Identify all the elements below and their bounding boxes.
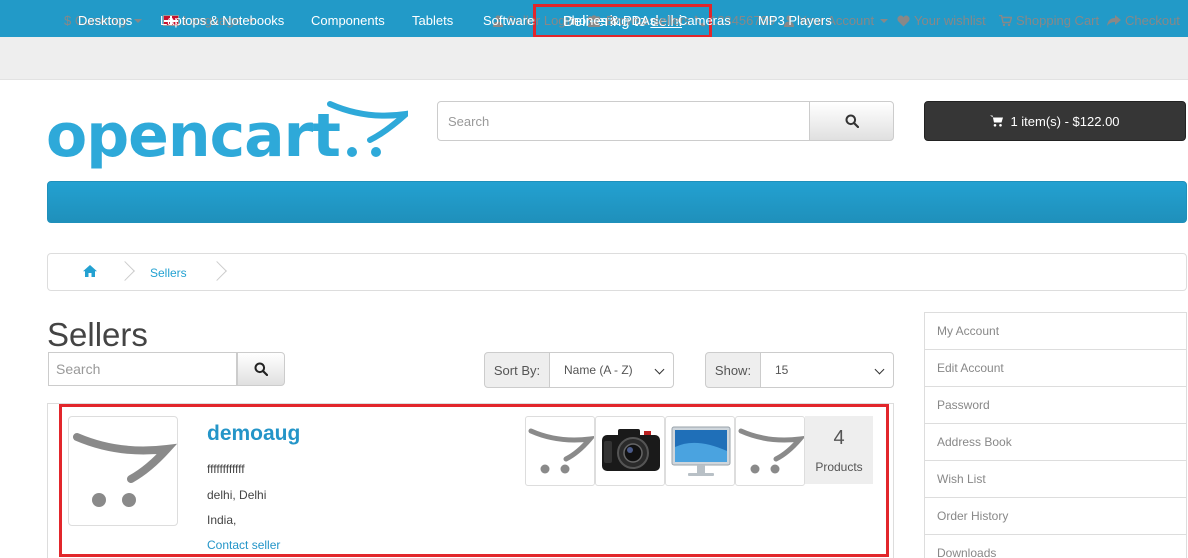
chevron-down-icon xyxy=(874,364,885,375)
checkout-label: Checkout xyxy=(1125,13,1180,28)
chevron-down-icon xyxy=(654,364,665,375)
breadcrumb-sellers-link[interactable]: Sellers xyxy=(150,266,187,280)
home-icon xyxy=(83,265,97,277)
sidebar-item-downloads[interactable]: Downloads xyxy=(924,534,1187,558)
menu-item-desktops[interactable]: Desktops xyxy=(78,13,132,28)
menu-item-mp3[interactable]: MP3 Players xyxy=(758,13,832,28)
shopping-cart-link[interactable]: Shopping Cart xyxy=(999,13,1099,28)
search-icon xyxy=(845,114,859,128)
search-icon xyxy=(254,362,268,376)
top-bar xyxy=(0,37,1188,80)
share-icon xyxy=(1107,14,1121,26)
chevron-down-icon xyxy=(133,18,142,23)
logo-text: opencart xyxy=(46,101,341,171)
cart-icon xyxy=(999,14,1012,26)
sidebar-item-my-account[interactable]: My Account xyxy=(924,312,1187,350)
cart-button[interactable]: 1 item(s) - $122.00 xyxy=(924,101,1186,141)
menu-item-software[interactable]: Software xyxy=(483,13,534,28)
heart-icon xyxy=(897,15,910,26)
main-menu xyxy=(47,181,1187,223)
sidebar-item-edit-account[interactable]: Edit Account xyxy=(924,349,1187,387)
page-title: Sellers xyxy=(47,316,148,353)
breadcrumb: Sellers xyxy=(47,253,1187,291)
wishlist-label: Your wishlist xyxy=(914,13,986,28)
menu-item-laptops[interactable]: Laptops & Notebooks xyxy=(160,13,284,28)
cart-logo-icon xyxy=(327,101,408,157)
menu-item-components[interactable]: Components xyxy=(311,13,385,28)
sort-label: Sort By: xyxy=(484,352,550,388)
sort-value: Name (A - Z) xyxy=(564,363,633,377)
seller-search-button[interactable] xyxy=(237,352,285,386)
wishlist-link[interactable]: Your wishlist xyxy=(897,13,986,28)
sidebar-item-password[interactable]: Password xyxy=(924,386,1187,424)
sidebar-item-order-history[interactable]: Order History xyxy=(924,497,1187,535)
show-select[interactable]: 15 xyxy=(760,352,894,388)
sidebar-item-wish-list[interactable]: Wish List xyxy=(924,460,1187,498)
show-value: 15 xyxy=(775,363,789,377)
shopping-cart-label: Shopping Cart xyxy=(1016,13,1100,28)
chevron-down-icon xyxy=(880,18,889,23)
cart-total-label: 1 item(s) - $122.00 xyxy=(1010,113,1120,129)
menu-item-tablets[interactable]: Tablets xyxy=(412,13,453,28)
account-sidebar: My Account Edit Account Password Address… xyxy=(924,312,1187,558)
seller-highlight-frame xyxy=(59,404,889,557)
menu-item-phones[interactable]: Phones & PDAs xyxy=(563,13,656,28)
seller-search-input[interactable]: Search xyxy=(48,352,237,386)
show-label: Show: xyxy=(705,352,761,388)
search-button[interactable] xyxy=(809,101,894,141)
sidebar-item-address-book[interactable]: Address Book xyxy=(924,423,1187,461)
search-input[interactable]: Search xyxy=(437,101,810,141)
opencart-logo[interactable]: opencart xyxy=(46,98,408,174)
breadcrumb-separator xyxy=(115,261,135,281)
checkout-link[interactable]: Checkout xyxy=(1107,13,1180,28)
breadcrumb-home[interactable] xyxy=(83,265,97,280)
sort-select[interactable]: Name (A - Z) xyxy=(549,352,674,388)
breadcrumb-separator xyxy=(207,261,227,281)
menu-item-cameras[interactable]: Cameras xyxy=(678,13,731,28)
cart-icon xyxy=(990,115,1004,127)
